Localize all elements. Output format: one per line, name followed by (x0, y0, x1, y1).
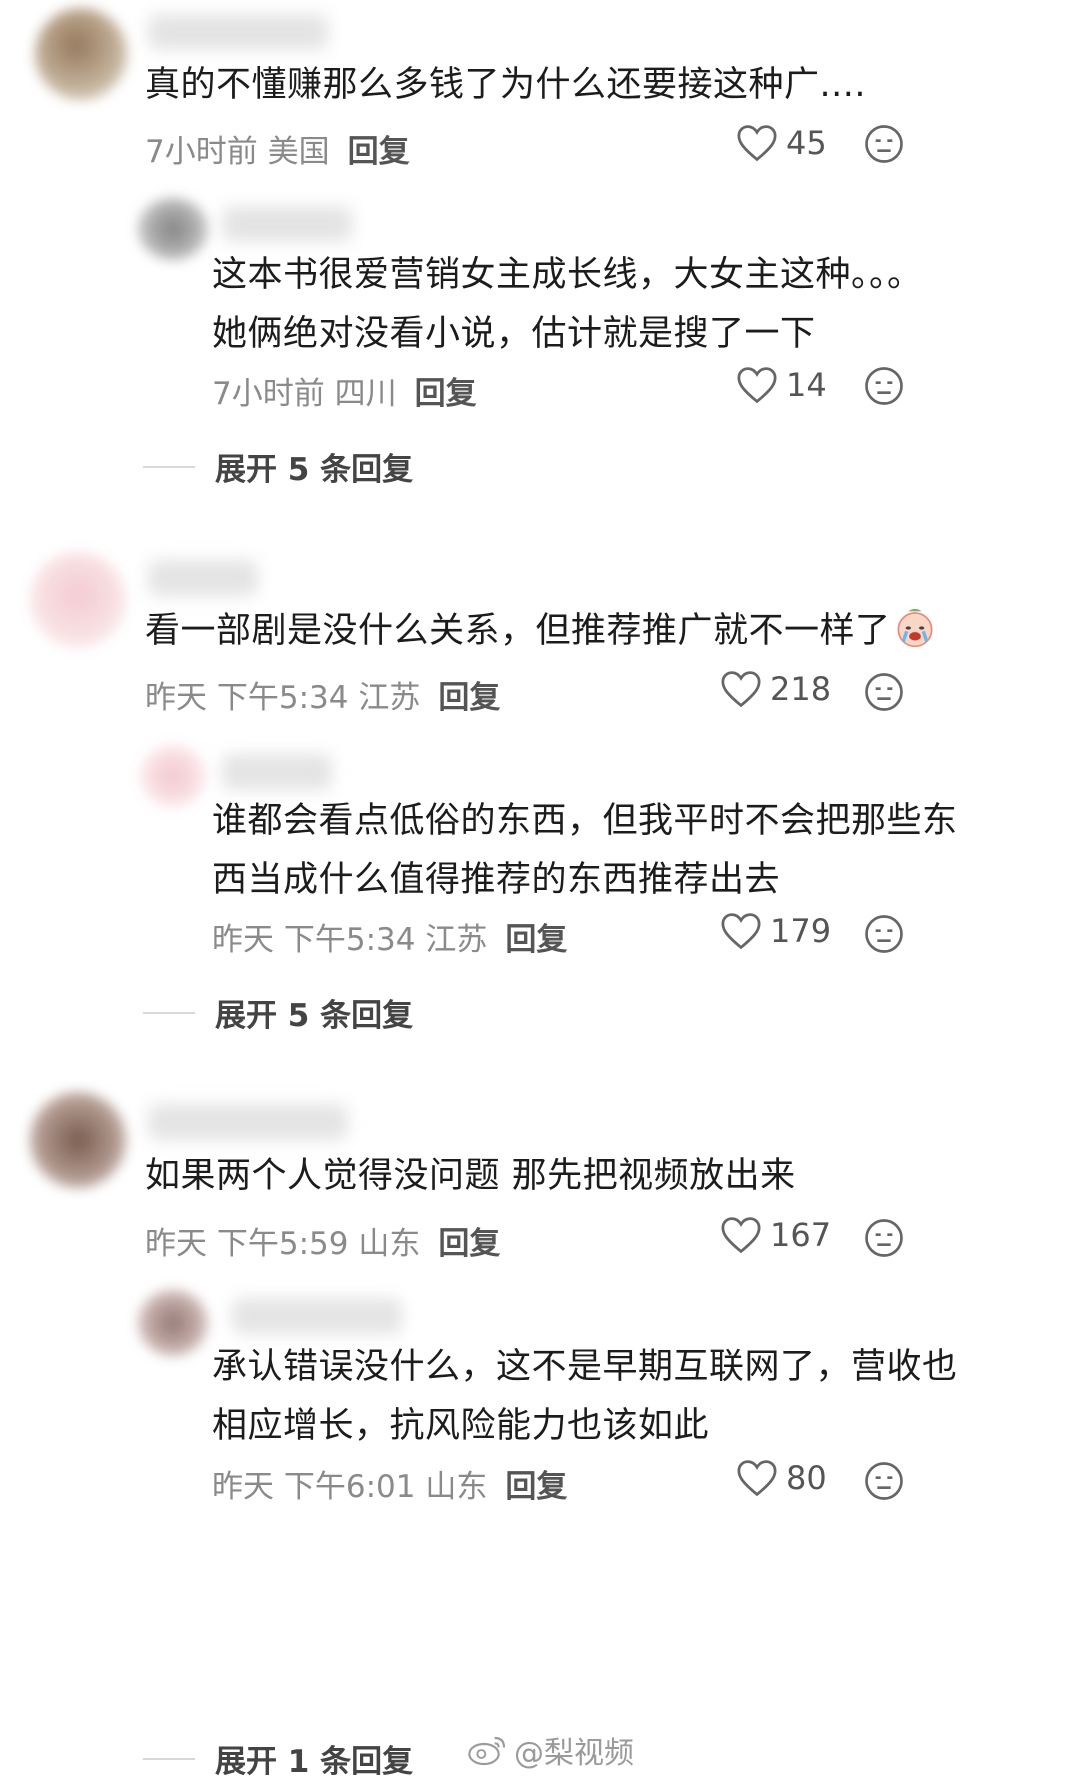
avatar[interactable] (30, 552, 126, 648)
expand-replies-link[interactable]: 展开 5 条回复 (143, 990, 413, 1035)
reply-button[interactable]: 回复 (438, 680, 500, 716)
expand-replies-label: 展开 5 条回复 (215, 998, 414, 1034)
username-blurred[interactable] (148, 1104, 348, 1140)
comment-line: 真的不懂赚那么多钱了为什么还要接这种广.... (145, 65, 867, 105)
comment-text: 真的不懂赚那么多钱了为什么还要接这种广.... (145, 56, 866, 115)
like-count: 45 (786, 124, 827, 162)
like-count: 14 (786, 366, 827, 404)
meh-face-icon[interactable] (864, 672, 904, 712)
meh-face-icon[interactable] (864, 914, 904, 954)
comment-meta: 昨天 下午5:34 江苏 回复 (145, 672, 500, 717)
comment-meta: 昨天 下午6:01 山东 回复 (212, 1461, 567, 1506)
weibo-logo-icon (468, 1736, 506, 1766)
meh-face-icon[interactable] (864, 124, 904, 164)
avatar[interactable] (35, 8, 127, 100)
timestamp-location: 昨天 下午5:34 江苏 (145, 680, 421, 716)
username-blurred[interactable] (222, 754, 332, 790)
reply-button[interactable]: 回复 (348, 134, 410, 170)
like-button[interactable]: 167 (720, 1216, 831, 1254)
comment-line: 这本书很爱营销女主成长线，大女主这种。。。 (212, 255, 923, 295)
comment-text: 看一部剧是没什么关系，但推荐推广就不一样了 (145, 602, 935, 661)
comment-line: 她俩绝对没看小说，估计就是搜了一下 (212, 314, 816, 354)
comment-line-text: 看一部剧是没什么关系，但推荐推广就不一样了 (145, 611, 891, 651)
heart-outline-icon (737, 367, 777, 404)
heart-outline-icon (737, 125, 777, 162)
avatar[interactable] (140, 745, 206, 807)
like-button[interactable]: 14 (736, 366, 827, 404)
comment-line: 看一部剧是没什么关系，但推荐推广就不一样了 (145, 602, 935, 661)
reply-button[interactable]: 回复 (505, 922, 567, 958)
like-count: 179 (770, 912, 832, 950)
heart-outline-icon (737, 1460, 777, 1497)
timestamp-location: 7小时前 四川 (212, 376, 397, 412)
comment-line: 相应增长，抗风险能力也该如此 (212, 1406, 710, 1446)
comment-meta: 昨天 下午5:34 江苏 回复 (212, 914, 567, 959)
expand-replies-label: 展开 1 条回复 (215, 1744, 414, 1780)
like-button[interactable]: 80 (736, 1459, 827, 1497)
username-blurred[interactable] (148, 560, 258, 596)
username-blurred[interactable] (148, 14, 328, 50)
reply-button[interactable]: 回复 (438, 1226, 500, 1262)
avatar[interactable] (138, 1290, 208, 1356)
comment-meta: 7小时前 四川 回复 (212, 368, 477, 413)
avatar[interactable] (138, 198, 208, 260)
meh-face-icon[interactable] (864, 1218, 904, 1258)
divider-line (143, 1757, 195, 1760)
avatar[interactable] (30, 1092, 126, 1188)
comment-meta: 昨天 下午5:59 山东 回复 (145, 1218, 500, 1263)
crying-laughing-face-emoji (897, 608, 933, 648)
comment-line: 谁都会看点低俗的东西，但我平时不会把那些东 (212, 801, 958, 841)
comment-meta: 7小时前 美国 回复 (145, 126, 410, 171)
divider-line (143, 465, 195, 468)
expand-replies-label: 展开 5 条回复 (215, 452, 414, 488)
timestamp-location: 昨天 下午5:34 江苏 (212, 922, 488, 958)
meh-face-icon[interactable] (864, 366, 904, 406)
comment-line: 承认错误没什么，这不是早期互联网了，营收也 (212, 1347, 958, 1387)
reply-button[interactable]: 回复 (415, 376, 477, 412)
meh-face-icon[interactable] (864, 1461, 904, 1501)
divider-line (143, 1011, 195, 1014)
username-blurred[interactable] (222, 206, 352, 242)
watermark: @梨视频 (468, 1728, 634, 1772)
heart-outline-icon (721, 1217, 761, 1254)
comment-text: 承认错误没什么，这不是早期互联网了，营收也 相应增长，抗风险能力也该如此 (212, 1338, 958, 1456)
comment-text: 如果两个人觉得没问题 那先把视频放出来 (145, 1147, 796, 1206)
comment-text: 谁都会看点低俗的东西，但我平时不会把那些东 西当成什么值得推荐的东西推荐出去 (212, 792, 958, 910)
like-button[interactable]: 45 (736, 124, 827, 162)
comment-line: 如果两个人觉得没问题 那先把视频放出来 (145, 1156, 796, 1196)
like-count: 218 (770, 670, 832, 708)
username-blurred[interactable] (232, 1298, 402, 1334)
like-button[interactable]: 179 (720, 912, 831, 950)
heart-outline-icon (721, 913, 761, 950)
timestamp-location: 7小时前 美国 (145, 134, 330, 170)
timestamp-location: 昨天 下午5:59 山东 (145, 1226, 421, 1262)
reply-button[interactable]: 回复 (505, 1469, 567, 1505)
expand-replies-link[interactable]: 展开 5 条回复 (143, 444, 413, 489)
comment-line: 西当成什么值得推荐的东西推荐出去 (212, 860, 781, 900)
expand-replies-link[interactable]: 展开 1 条回复 (143, 1736, 413, 1781)
heart-outline-icon (721, 671, 761, 708)
timestamp-location: 昨天 下午6:01 山东 (212, 1469, 488, 1505)
comment-text: 这本书很爱营销女主成长线，大女主这种。。。 她俩绝对没看小说，估计就是搜了一下 (212, 246, 923, 364)
like-count: 167 (770, 1216, 832, 1254)
like-count: 80 (786, 1459, 827, 1497)
like-button[interactable]: 218 (720, 670, 831, 708)
watermark-text: @梨视频 (514, 1736, 634, 1771)
